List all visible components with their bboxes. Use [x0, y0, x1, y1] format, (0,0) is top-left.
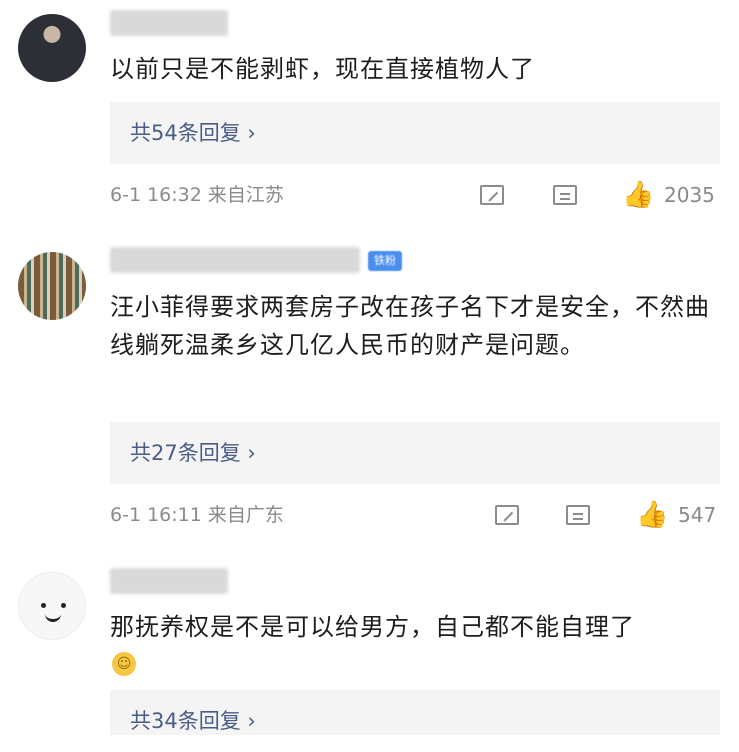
chevron-right-icon: ›: [247, 709, 256, 733]
replies-link[interactable]: 共34条回复 ›: [110, 690, 720, 735]
avatar-mouth: [45, 611, 61, 622]
smile-emoji-icon: ☺: [112, 652, 136, 676]
avatar-eye: [61, 603, 66, 608]
avatar[interactable]: [18, 572, 86, 640]
comment-text: 那抚养权是不是可以给男方，自己都不能自理了: [110, 613, 635, 641]
avatar-eye: [41, 603, 46, 608]
replies-label: 共34条回复 ›: [130, 709, 256, 733]
username-blurred[interactable]: [110, 568, 228, 594]
comment-item: 那抚养权是不是可以给男方，自己都不能自理了 ☺ 共34条回复 ›: [0, 0, 739, 735]
